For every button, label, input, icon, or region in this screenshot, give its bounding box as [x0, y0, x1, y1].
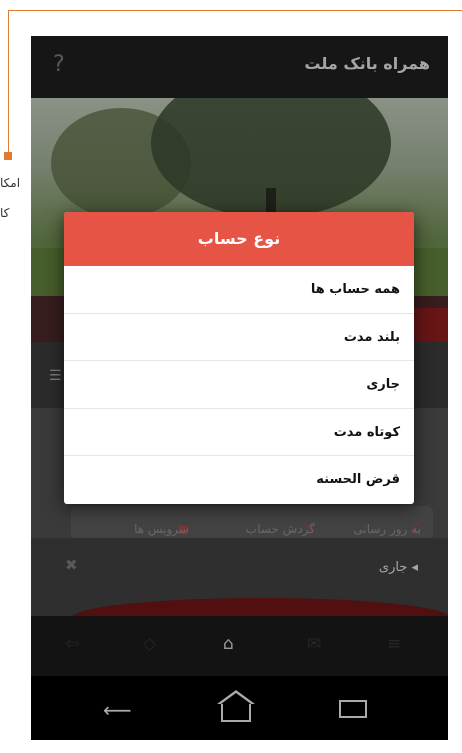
back-icon[interactable]: ⟵ [103, 698, 132, 722]
system-home-icon-inner [221, 693, 251, 704]
dialog-title: نوع حساب [64, 212, 414, 266]
option-current[interactable]: جاری [64, 361, 414, 409]
side-text-fragment-1: امکا [0, 176, 21, 190]
annotation-line-vertical [8, 10, 9, 158]
annotation-marker [4, 152, 12, 160]
side-text-fragment-2: کا [0, 206, 10, 220]
option-all-accounts[interactable]: همه حساب ها [64, 266, 414, 314]
option-short-term[interactable]: کوتاه مدت [64, 409, 414, 457]
system-home-icon-body[interactable] [221, 704, 251, 722]
annotation-line-horizontal [8, 10, 462, 11]
account-type-dialog: نوع حساب همه حساب ها بلند مدت جاری کوتاه… [64, 212, 414, 504]
option-long-term[interactable]: بلند مدت [64, 314, 414, 362]
recent-apps-icon[interactable] [339, 700, 367, 718]
phone-screen: ? همراه بانک ملت ☰ C به روز رسانی ✎ گردش… [31, 36, 448, 740]
system-navigation-bar: ⟵ [31, 676, 448, 740]
option-gharz-alhasaneh[interactable]: قرض الحسنه [64, 456, 414, 504]
